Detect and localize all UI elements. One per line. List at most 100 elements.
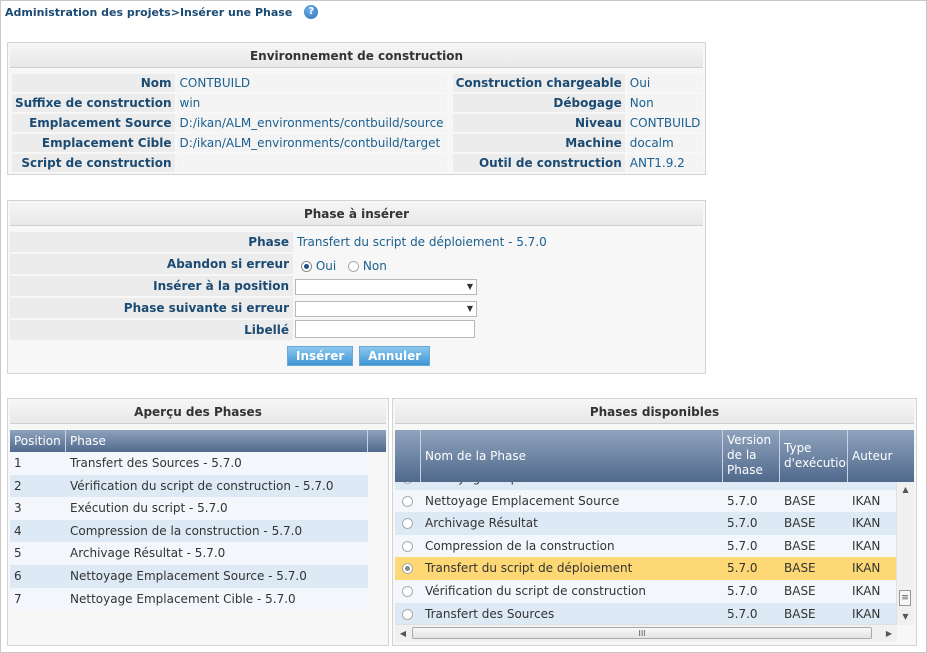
column-header-version[interactable]: Version de la Phase	[723, 430, 780, 482]
env-value	[176, 154, 447, 172]
libelle-input[interactable]	[295, 320, 475, 338]
table-row[interactable]: Archivage Résultat 5.7.0 BASE IKAN	[395, 512, 897, 535]
cancel-button[interactable]: Annuler	[359, 346, 431, 366]
select-cell[interactable]	[395, 557, 421, 580]
version-cell: 5.7.0	[727, 561, 758, 576]
env-label: Outil de construction	[452, 154, 625, 172]
vertical-scrollbar[interactable]: ▲ ≡ ▼	[896, 482, 914, 625]
env-label: Suffixe de construction	[12, 94, 175, 112]
phase-radio[interactable]	[402, 585, 413, 597]
type-cell: BASE	[784, 583, 816, 598]
chevron-down-icon[interactable]: ▼	[467, 302, 473, 316]
table-row[interactable]: Transfert du script de déploiement 5.7.0 B…	[395, 557, 897, 580]
abort-non-label[interactable]: Non	[363, 259, 387, 273]
position-cell: 2	[14, 478, 22, 493]
table-row[interactable]: 4 Compression de la construction - 5.7.0	[10, 519, 368, 543]
select-cell[interactable]	[395, 490, 421, 513]
type-cell: BASE	[784, 493, 816, 508]
env-label: Nom	[12, 74, 175, 92]
scroll-left-icon[interactable]: ◀	[395, 625, 411, 642]
env-row: Construction chargeable Oui	[452, 74, 704, 92]
phase-radio[interactable]	[402, 563, 413, 575]
phase-label: Phase	[10, 232, 293, 252]
abort-oui-radio[interactable]	[301, 261, 312, 272]
column-header-select	[395, 430, 421, 482]
abort-oui-label[interactable]: Oui	[316, 259, 336, 273]
phase-cell: Transfert des Sources - 5.7.0	[70, 456, 242, 470]
name-cell: Compression de la construction	[425, 538, 615, 553]
env-label: Construction chargeable	[452, 74, 625, 92]
breadcrumb-text[interactable]: Administration des projets>Insérer une P…	[5, 6, 292, 19]
select-cell[interactable]	[395, 535, 421, 558]
env-row: Emplacement Cible D:/ikan/ALM_environment…	[12, 134, 447, 152]
version-cell: 5.7.0	[727, 583, 758, 598]
phase-radio[interactable]	[402, 608, 413, 620]
phase-radio[interactable]	[402, 518, 413, 530]
env-row: Niveau CONTBUILD	[452, 114, 704, 132]
phase-radio[interactable]	[402, 495, 413, 507]
help-icon[interactable]: ?	[304, 5, 319, 19]
table-row[interactable]: Nettoyage Emplacement Source 5.7.0 BASE IKA…	[395, 489, 897, 513]
select-cell[interactable]	[395, 580, 421, 603]
breadcrumb: Administration des projets>Insérer une P…	[5, 5, 319, 19]
insert-button[interactable]: Insérer	[287, 346, 354, 366]
available-title: Phases disponibles	[395, 401, 914, 424]
next-phase-label: Phase suivante si erreur	[10, 298, 293, 318]
overview-panel: Aperçu des Phases Position Phase 1 Transf…	[7, 398, 389, 646]
scroll-down-icon[interactable]: ▼	[897, 609, 914, 625]
next-phase-select[interactable]: ▼	[295, 301, 477, 317]
environment-panel: Environnement de construction Nom CONTBUI…	[7, 42, 706, 175]
abort-non-radio[interactable]	[348, 261, 360, 272]
abort-label: Abandon si erreur	[10, 254, 293, 274]
chevron-down-icon[interactable]: ▼	[467, 280, 473, 294]
overview-header: Position Phase	[10, 430, 386, 452]
env-value: ANT1.9.2	[626, 154, 704, 172]
table-row[interactable]: Transfert des Sources 5.7.0 BASE IKAN	[395, 602, 897, 626]
select-cell[interactable]	[395, 512, 421, 535]
env-value: Non	[626, 94, 704, 112]
table-row[interactable]: 3 Exécution du script - 5.7.0	[10, 497, 368, 520]
column-header-author[interactable]: Auteur	[848, 430, 914, 482]
table-row[interactable]: Vérification du script de construction 5.…	[395, 579, 897, 603]
libelle-label: Libellé	[10, 320, 293, 340]
table-row[interactable]: 1 Transfert des Sources - 5.7.0	[10, 452, 368, 475]
table-row[interactable]: 7 Nettoyage Emplacement Cible - 5.7.0	[10, 587, 368, 611]
column-header-name[interactable]: Nom de la Phase	[421, 430, 723, 482]
env-label: Script de construction	[12, 154, 175, 172]
env-row: Script de construction	[12, 154, 447, 172]
env-label: Machine	[452, 134, 625, 152]
scroll-right-icon[interactable]: ▶	[881, 625, 897, 642]
table-row[interactable]: Compression de la construction 5.7.0 BASE I…	[395, 534, 897, 558]
position-cell: 4	[14, 523, 22, 538]
position-select[interactable]: ▼	[295, 279, 477, 295]
position-cell: 3	[14, 501, 22, 516]
phase-cell: Compression de la construction - 5.7.0	[70, 523, 303, 538]
table-row[interactable]: 5 Archivage Résultat - 5.7.0	[10, 542, 368, 565]
overview-title: Aperçu des Phases	[10, 401, 386, 424]
environment-title: Environnement de construction	[10, 45, 703, 68]
scroll-up-icon[interactable]: ▲	[897, 482, 914, 498]
env-label: Niveau	[452, 114, 625, 132]
scroll-thumb[interactable]: ≡	[899, 590, 911, 606]
phase-radio[interactable]	[402, 540, 413, 552]
name-cell: Transfert des Sources	[425, 606, 555, 621]
env-label: Emplacement Source	[12, 114, 175, 132]
horizontal-scrollbar[interactable]: ◀ III ▶	[395, 624, 897, 642]
table-row[interactable]: 6 Nettoyage Emplacement Source - 5.7.0	[10, 564, 368, 588]
env-value: CONTBUILD	[626, 114, 704, 132]
env-row: Débogage Non	[452, 94, 704, 112]
author-cell: IKAN	[852, 493, 881, 508]
table-row[interactable]: 2 Vérification du script de construction …	[10, 474, 368, 498]
select-cell[interactable]	[395, 603, 421, 626]
column-header-type[interactable]: Type d'exécution	[780, 430, 848, 482]
type-cell: BASE	[784, 561, 816, 576]
position-label: Insérer à la position	[10, 276, 293, 296]
column-header-phase[interactable]: Phase	[66, 430, 368, 452]
phase-cell: Vérification du script de construction -…	[70, 478, 334, 493]
name-cell: Transfert du script de déploiement	[425, 561, 633, 576]
env-row: Outil de construction ANT1.9.2	[452, 154, 704, 172]
available-rows: Nettoyage Emplacement Cible5.7.0BASEIKAN…	[395, 467, 897, 626]
scroll-hthumb[interactable]: III	[412, 627, 872, 639]
version-cell: 5.7.0	[727, 516, 758, 531]
column-header-position[interactable]: Position	[10, 430, 66, 452]
